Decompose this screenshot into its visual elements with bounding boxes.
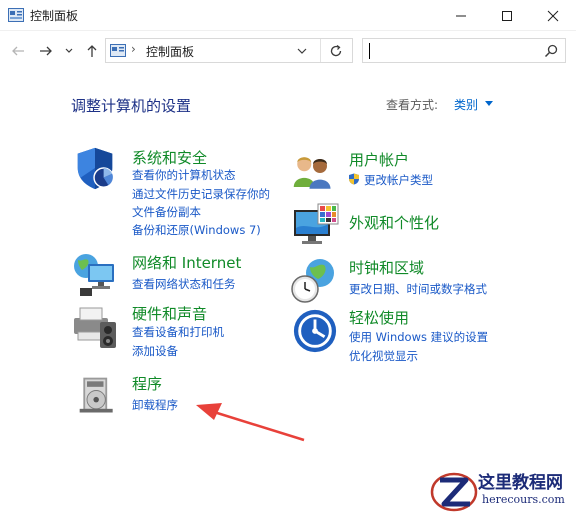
category-programs: 程序 卸载程序	[70, 372, 280, 422]
forward-button[interactable]	[36, 41, 56, 61]
shield-icon[interactable]	[72, 145, 118, 191]
watermark-url: herecours.com	[482, 493, 565, 506]
link-add-device[interactable]: 添加设备	[132, 343, 178, 359]
address-bar[interactable]: › 控制面板	[105, 38, 353, 63]
link-uninstall-program[interactable]: 卸载程序	[132, 397, 178, 413]
network-globe-icon[interactable]	[72, 250, 120, 298]
link-backup-restore[interactable]: 备份和还原(Windows 7)	[132, 222, 261, 238]
breadcrumb-separator[interactable]: ›	[131, 42, 136, 56]
category-user-accounts: 用户帐户 更改帐户类型	[290, 148, 540, 198]
back-button[interactable]	[8, 41, 28, 61]
link-optimize-display[interactable]: 优化视觉显示	[349, 348, 418, 364]
control-panel-icon	[110, 44, 126, 57]
system-security-title[interactable]: 系统和安全	[132, 147, 207, 168]
category-network: 网络和 Internet 查看网络状态和任务	[70, 250, 280, 300]
link-network-status[interactable]: 查看网络状态和任务	[132, 276, 236, 292]
address-divider	[320, 39, 321, 62]
appearance-title[interactable]: 外观和个性化	[349, 212, 439, 233]
view-by-label: 查看方式:	[386, 98, 439, 112]
close-button[interactable]	[530, 0, 576, 31]
maximize-button[interactable]	[484, 0, 530, 31]
navigation-bar: › 控制面板	[0, 31, 576, 71]
programs-disc-icon[interactable]	[76, 374, 120, 418]
uac-shield-icon	[349, 173, 359, 185]
minimize-icon	[456, 15, 466, 16]
link-recommended-settings[interactable]: 使用 Windows 建议的设置	[349, 329, 488, 345]
title-bar: 控制面板	[0, 0, 576, 31]
arrow-up-icon	[87, 45, 97, 57]
users-icon[interactable]	[290, 152, 336, 194]
ease-of-access-icon[interactable]	[292, 308, 338, 354]
programs-title[interactable]: 程序	[132, 373, 162, 394]
category-system-security: 系统和安全 查看你的计算机状态 通过文件历史记录保存你的 文件备份副本 备份和还…	[70, 143, 280, 243]
category-appearance: 外观和个性化	[290, 200, 540, 250]
window-title: 控制面板	[30, 9, 79, 23]
refresh-icon[interactable]	[328, 43, 344, 59]
category-hardware-sound: 硬件和声音 查看设备和打印机 添加设备	[70, 302, 280, 362]
arrow-left-icon	[12, 46, 24, 56]
chevron-down-icon[interactable]	[296, 45, 308, 57]
text-caret	[369, 43, 370, 59]
watermark-title: 这里教程网	[478, 473, 563, 493]
watermark-logo: 这里教程网 herecours.com	[430, 466, 576, 514]
close-icon	[547, 10, 559, 21]
search-input[interactable]	[373, 41, 533, 60]
site-logo-icon	[430, 472, 478, 512]
link-file-history-cont[interactable]: 文件备份副本	[132, 204, 201, 220]
category-clock-region: 时钟和区域 更改日期、时间或数字格式	[290, 255, 540, 305]
breadcrumb-control-panel[interactable]: 控制面板	[146, 43, 194, 60]
search-box[interactable]	[362, 38, 566, 63]
search-icon[interactable]	[543, 43, 559, 59]
maximize-icon	[502, 10, 512, 21]
clock-globe-icon[interactable]	[290, 257, 338, 305]
page-title: 调整计算机的设置	[71, 97, 192, 115]
link-file-history[interactable]: 通过文件历史记录保存你的	[132, 186, 270, 202]
up-button[interactable]	[82, 41, 102, 61]
hardware-sound-title[interactable]: 硬件和声音	[132, 303, 207, 324]
link-view-computer-status[interactable]: 查看你的计算机状态	[132, 167, 236, 183]
recent-locations-button[interactable]	[62, 41, 76, 61]
link-change-account-type[interactable]: 更改帐户类型	[364, 172, 433, 188]
clock-region-title[interactable]: 时钟和区域	[349, 257, 424, 278]
control-panel-icon	[8, 8, 24, 22]
view-by-dropdown[interactable]: 类别	[454, 96, 478, 113]
category-ease-of-access: 轻松使用 使用 Windows 建议的设置 优化视觉显示	[290, 306, 540, 366]
minimize-button[interactable]	[438, 0, 484, 31]
link-devices-printers[interactable]: 查看设备和打印机	[132, 324, 224, 340]
arrow-right-icon	[40, 46, 52, 56]
ease-of-access-title[interactable]: 轻松使用	[349, 307, 409, 328]
printer-speaker-icon[interactable]	[72, 302, 120, 350]
user-accounts-title[interactable]: 用户帐户	[349, 149, 409, 170]
dropdown-arrow-icon[interactable]	[485, 101, 493, 106]
link-change-date-time[interactable]: 更改日期、时间或数字格式	[349, 281, 487, 297]
network-title[interactable]: 网络和 Internet	[132, 252, 241, 273]
chevron-down-icon	[65, 48, 73, 53]
monitor-palette-icon[interactable]	[292, 202, 340, 250]
